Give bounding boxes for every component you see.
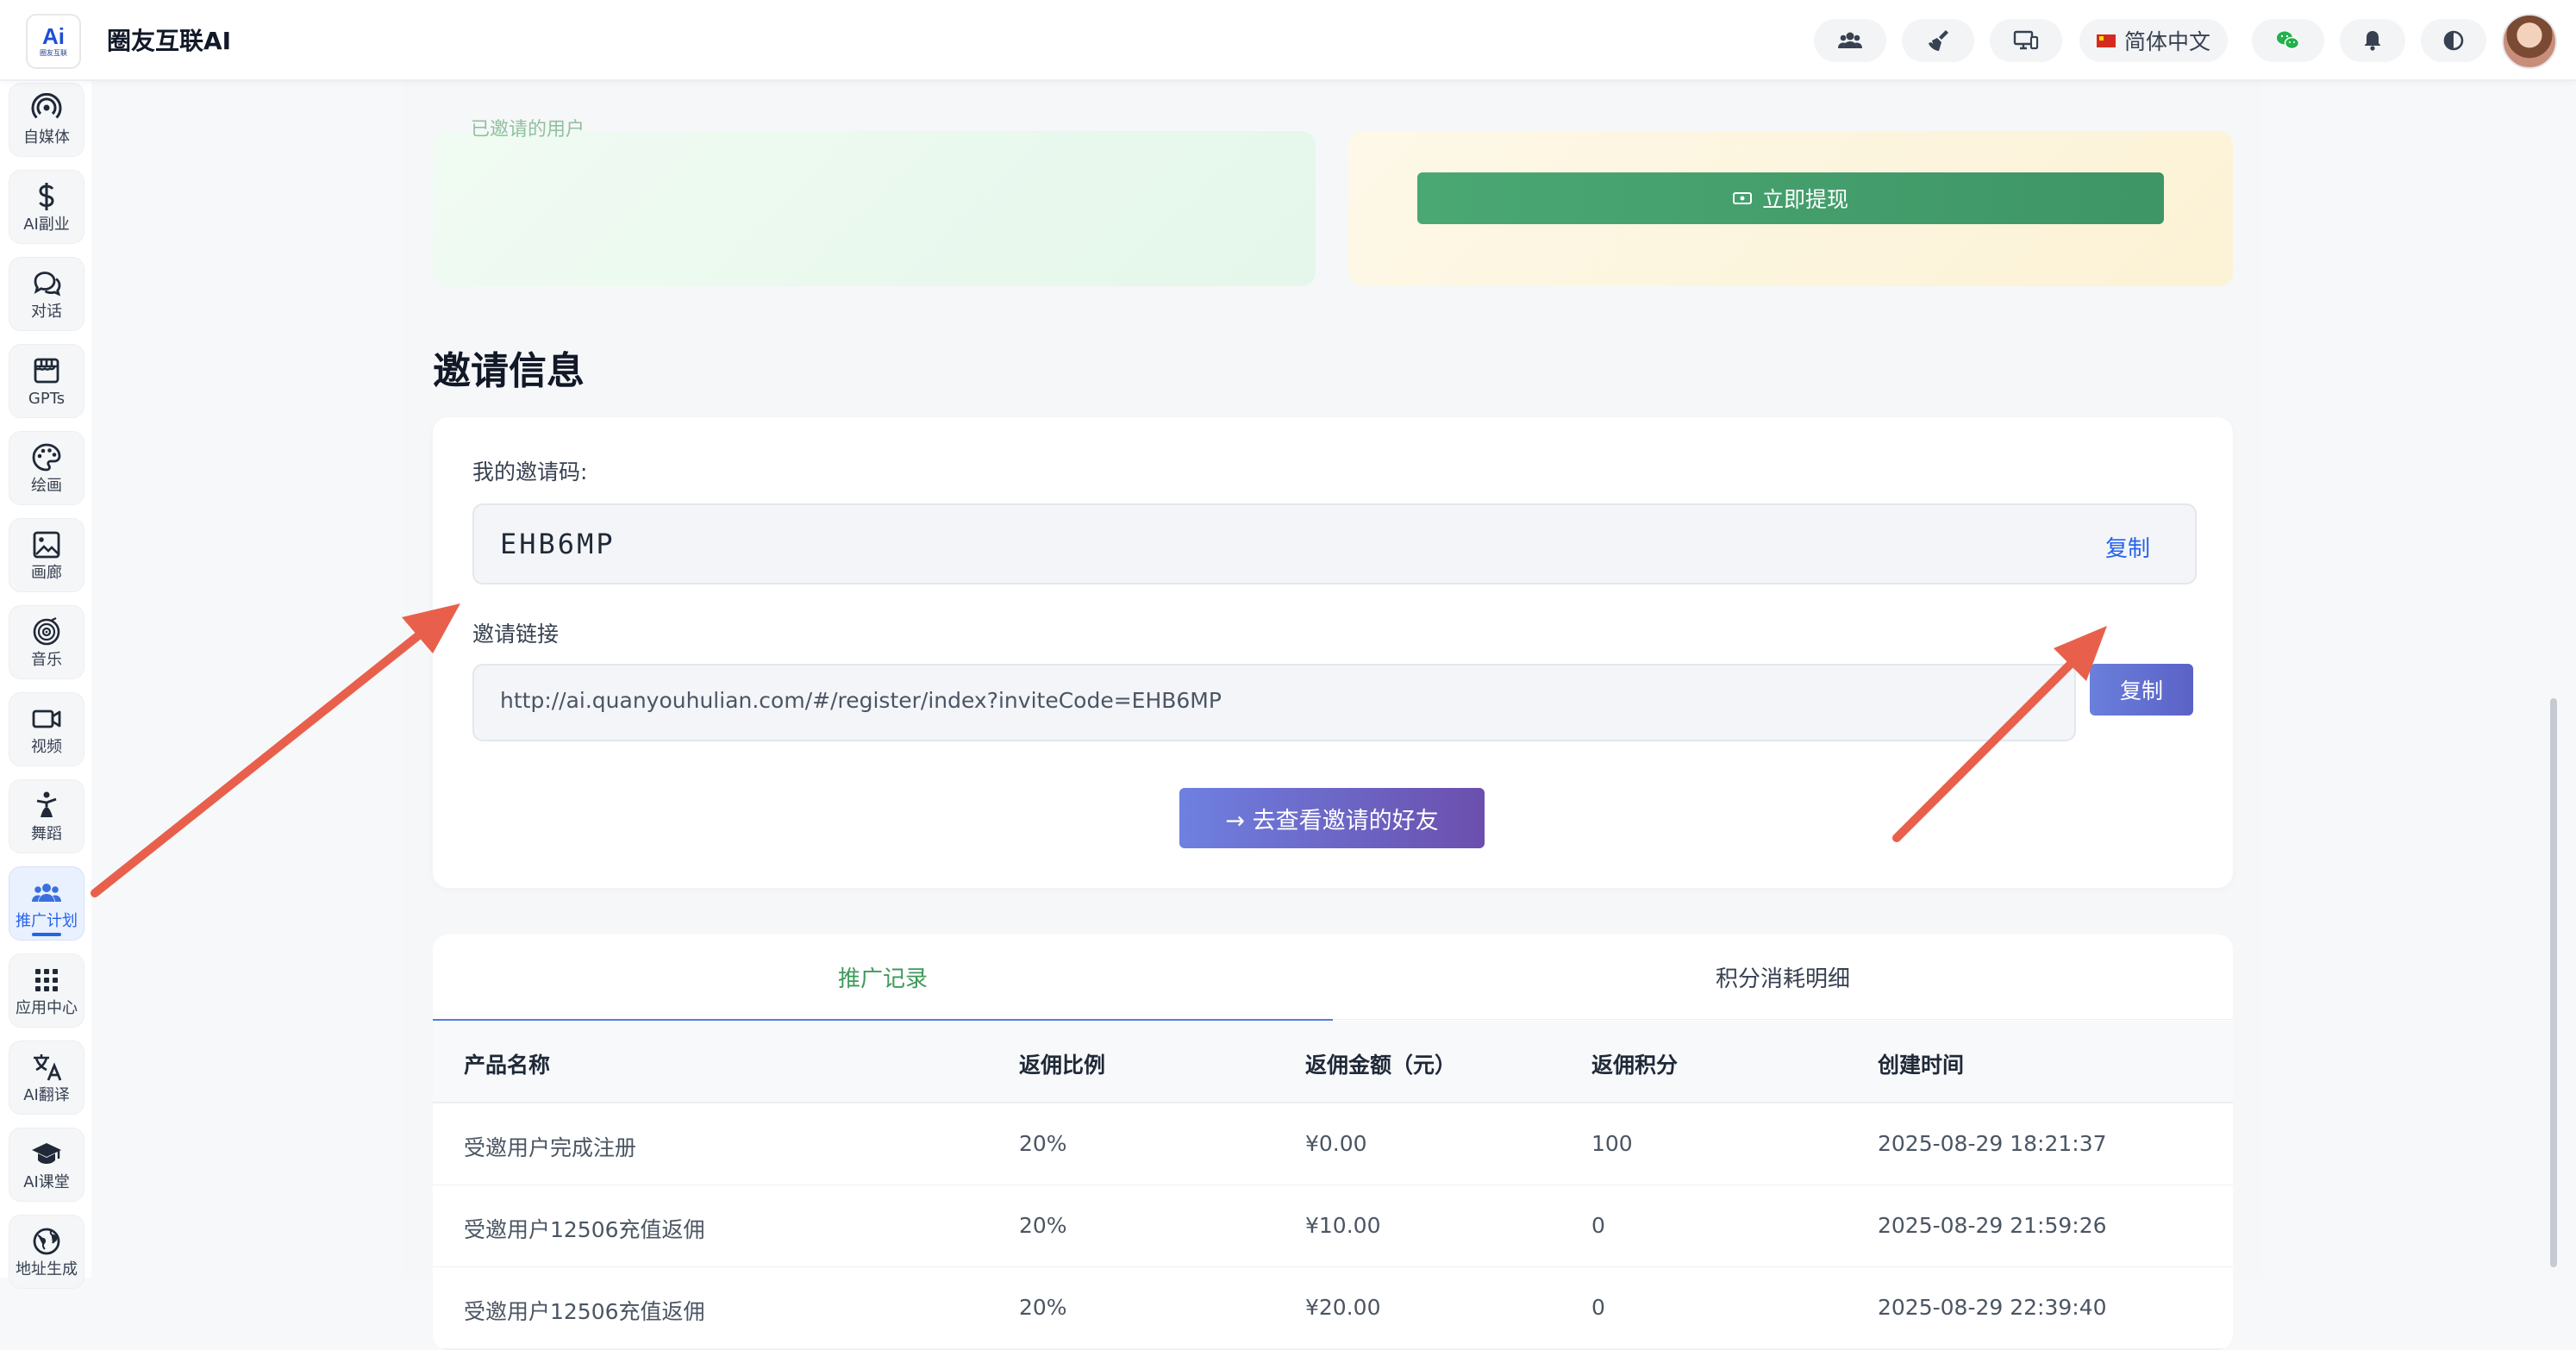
column-header: 返佣比例	[1019, 1053, 1106, 1078]
table-cell: 20%	[1019, 1295, 1067, 1320]
tab-points-consumption[interactable]: 积分消耗明细	[1333, 934, 2233, 1020]
table-row: 受邀用户完成注册 20% ¥0.00 100 2025-08-29 18:21:…	[433, 1103, 2233, 1186]
community-button[interactable]	[1814, 19, 1886, 62]
theme-toggle-icon	[2443, 30, 2464, 51]
display-icon	[2013, 30, 2039, 50]
user-avatar[interactable]	[2502, 14, 2557, 69]
withdraw-label: 立即提现	[1761, 187, 1848, 212]
language-selector[interactable]: 简体中文	[2079, 19, 2229, 62]
invited-users-text: 已邀请的用户	[471, 119, 585, 141]
table-cell: 受邀用户12506充值返佣	[464, 1299, 705, 1324]
bell-icon	[2364, 31, 2381, 51]
invite-card: 我的邀请码: EHB6MP 复制 邀请链接 http://ai.quanyouh…	[433, 417, 2233, 888]
wechat-button[interactable]	[2252, 19, 2324, 62]
language-label: 简体中文	[2124, 29, 2211, 54]
copy-code-button[interactable]: 复制	[2105, 531, 2150, 563]
column-header: 返佣积分	[1591, 1053, 1679, 1078]
notification-button[interactable]	[2340, 19, 2405, 62]
broom-icon	[1929, 30, 1948, 51]
table-row: 受邀用户12506充值返佣 20% ¥10.00 0 2025-08-29 21…	[433, 1185, 2233, 1268]
table-cell: 20%	[1019, 1213, 1067, 1238]
table-cell: 受邀用户12506充值返佣	[464, 1217, 705, 1242]
withdraw-card: 立即提现	[1348, 131, 2233, 286]
theme-toggle-button[interactable]	[2421, 19, 2486, 62]
records-card: 推广记录 积分消耗明细 产品名称 返佣比例 返佣金额（元） 返佣积分 创建时间 …	[433, 934, 2233, 1350]
app-logo[interactable]: Ai 圈友互联	[26, 14, 81, 69]
table-cell: ¥20.00	[1305, 1295, 1381, 1320]
table-cell: 2025-08-29 21:59:26	[1878, 1213, 2107, 1238]
tab-promotion-records[interactable]: 推广记录	[433, 934, 1333, 1022]
table-cell: 2025-08-29 18:21:37	[1878, 1131, 2107, 1156]
users-icon	[1838, 32, 1862, 48]
china-flag-icon	[2097, 34, 2116, 47]
table-cell: 受邀用户完成注册	[464, 1135, 637, 1160]
invite-code-value: EHB6MP	[500, 528, 616, 560]
section-title: 邀请信息	[433, 349, 585, 393]
copy-link-button[interactable]: 复制	[2090, 664, 2193, 716]
invite-code-label: 我的邀请码:	[472, 459, 588, 484]
table-cell: 2025-08-29 22:39:40	[1878, 1295, 2107, 1320]
display-button[interactable]	[1990, 19, 2062, 62]
table-header: 产品名称 返佣比例 返佣金额（元） 返佣积分 创建时间	[433, 1021, 2233, 1103]
cash-icon	[1732, 192, 1752, 204]
wechat-icon	[2277, 31, 2300, 50]
invite-code-field: EHB6MP 复制	[472, 503, 2197, 584]
table-cell: 100	[1591, 1131, 1633, 1156]
top-header: Ai 圈友互联 圈友互联AI 简体中文	[0, 0, 2576, 81]
invite-link-value: http://ai.quanyouhulian.com/#/register/i…	[500, 688, 1222, 713]
column-header: 返佣金额（元）	[1305, 1053, 1457, 1078]
column-header: 产品名称	[464, 1053, 551, 1078]
logo-subtext: 圈友互联	[40, 49, 67, 57]
clean-button[interactable]	[1902, 19, 1974, 62]
table-cell: 0	[1591, 1213, 1605, 1238]
withdraw-button[interactable]: 立即提现	[1417, 172, 2164, 224]
app-title: 圈友互联AI	[107, 27, 232, 55]
table-cell: ¥10.00	[1305, 1213, 1381, 1238]
invite-link-field[interactable]: http://ai.quanyouhulian.com/#/register/i…	[472, 664, 2076, 741]
column-header: 创建时间	[1878, 1053, 1965, 1078]
table-cell: ¥0.00	[1305, 1131, 1367, 1156]
table-row: 受邀用户12506充值返佣 20% ¥20.00 0 2025-08-29 22…	[433, 1267, 2233, 1350]
table-cell: 20%	[1019, 1131, 1067, 1156]
main-content: 已邀请的用户 立即提现 邀请信息 我的邀请码: EHB6MP 复制 邀请链接 h…	[0, 79, 2576, 1350]
view-invited-friends-button[interactable]: → 去查看邀请的好友	[1179, 788, 1485, 848]
table-cell: 0	[1591, 1295, 1605, 1320]
invited-users-card: 已邀请的用户	[433, 119, 1316, 286]
invite-link-label: 邀请链接	[472, 622, 560, 647]
logo-text: Ai	[42, 23, 65, 49]
